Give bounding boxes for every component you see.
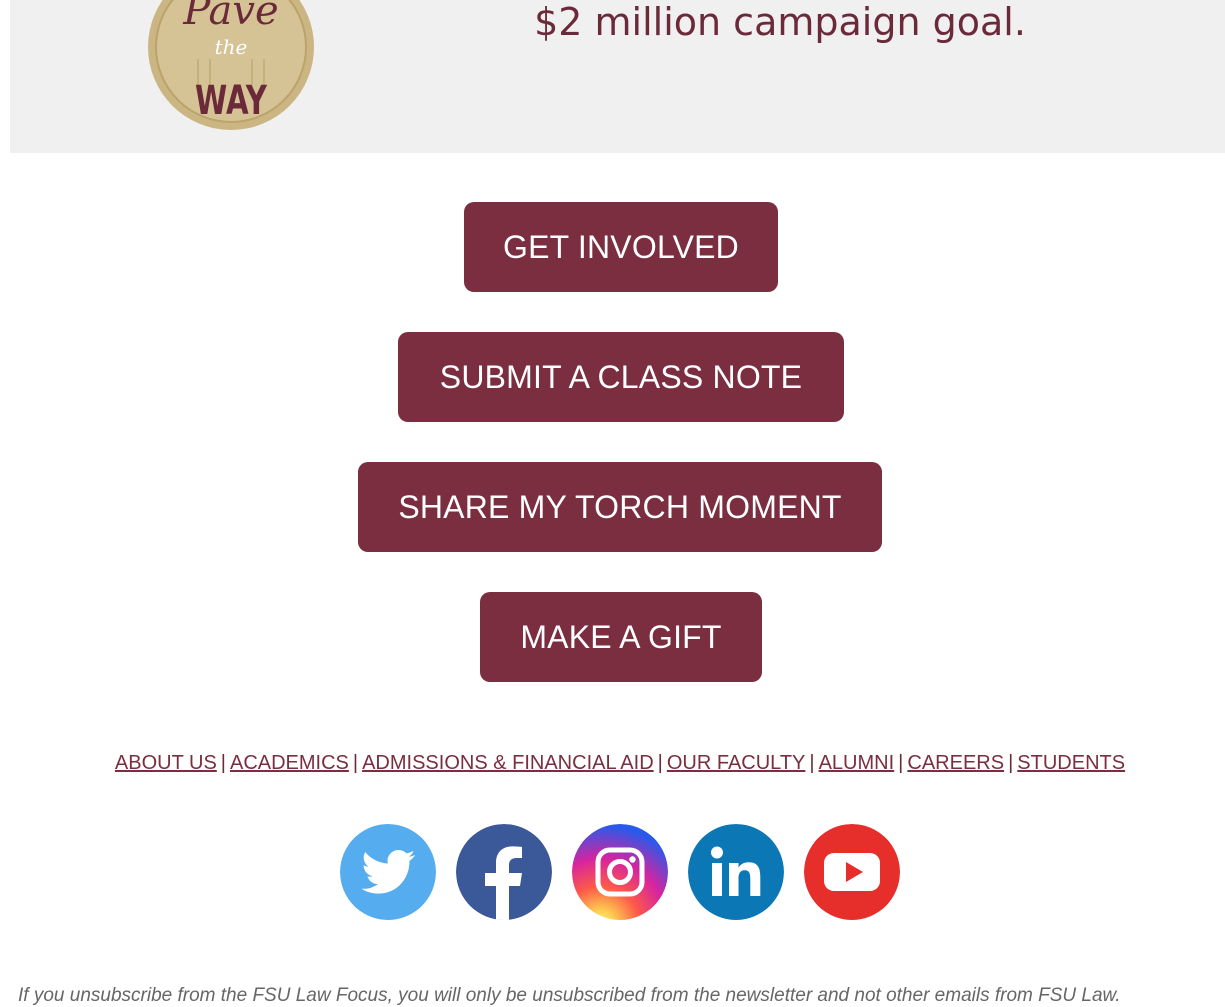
- twitter-link[interactable]: [340, 824, 436, 920]
- nav-careers[interactable]: CAREERS: [907, 752, 1004, 774]
- make-a-gift-button[interactable]: MAKE A GIFT: [480, 592, 762, 682]
- facebook-link[interactable]: [456, 824, 552, 920]
- instagram-link[interactable]: [572, 824, 668, 920]
- nav-separator: |: [657, 752, 663, 774]
- unsubscribe-note: If you unsubscribe from the FSU Law Focu…: [18, 985, 1121, 1006]
- nav-separator: |: [220, 752, 226, 774]
- nav-about-us[interactable]: ABOUT US: [115, 752, 217, 774]
- nav-academics[interactable]: ACADEMICS: [230, 752, 349, 774]
- pave-the-way-logo: Pave the WAY: [148, 0, 314, 130]
- logo-mid-word: the: [215, 35, 248, 59]
- nav-separator: |: [898, 752, 904, 774]
- campaign-headline: $2 million campaign goal.: [534, 0, 1026, 44]
- campaign-banner: Pave the WAY $2 million campaign goal.: [10, 0, 1225, 153]
- footer-nav: ABOUT US | ACADEMICS | ADMISSIONS & FINANCIA…: [0, 752, 1225, 775]
- youtube-icon: [804, 824, 900, 920]
- youtube-link[interactable]: [804, 824, 900, 920]
- nav-alumni[interactable]: ALUMNI: [819, 752, 895, 774]
- get-involved-button[interactable]: GET INVOLVED: [464, 202, 778, 292]
- twitter-icon: [340, 824, 436, 920]
- facebook-icon: [456, 824, 552, 920]
- nav-separator: |: [1008, 752, 1014, 774]
- logo-bottom-word: WAY: [195, 78, 268, 124]
- linkedin-icon: [688, 824, 784, 920]
- nav-our-faculty[interactable]: OUR FACULTY: [667, 752, 806, 774]
- nav-separator: |: [809, 752, 815, 774]
- instagram-icon: [572, 824, 668, 920]
- logo-top-word: Pave: [182, 0, 278, 34]
- nav-separator: |: [352, 752, 359, 774]
- nav-admissions-financial-aid[interactable]: ADMISSIONS & FINANCIAL AID: [362, 752, 654, 774]
- submit-class-note-button[interactable]: SUBMIT A CLASS NOTE: [398, 332, 844, 422]
- linkedin-link[interactable]: [688, 824, 784, 920]
- nav-students[interactable]: STUDENTS: [1017, 752, 1125, 774]
- share-torch-moment-button[interactable]: SHARE MY TORCH MOMENT: [358, 462, 882, 552]
